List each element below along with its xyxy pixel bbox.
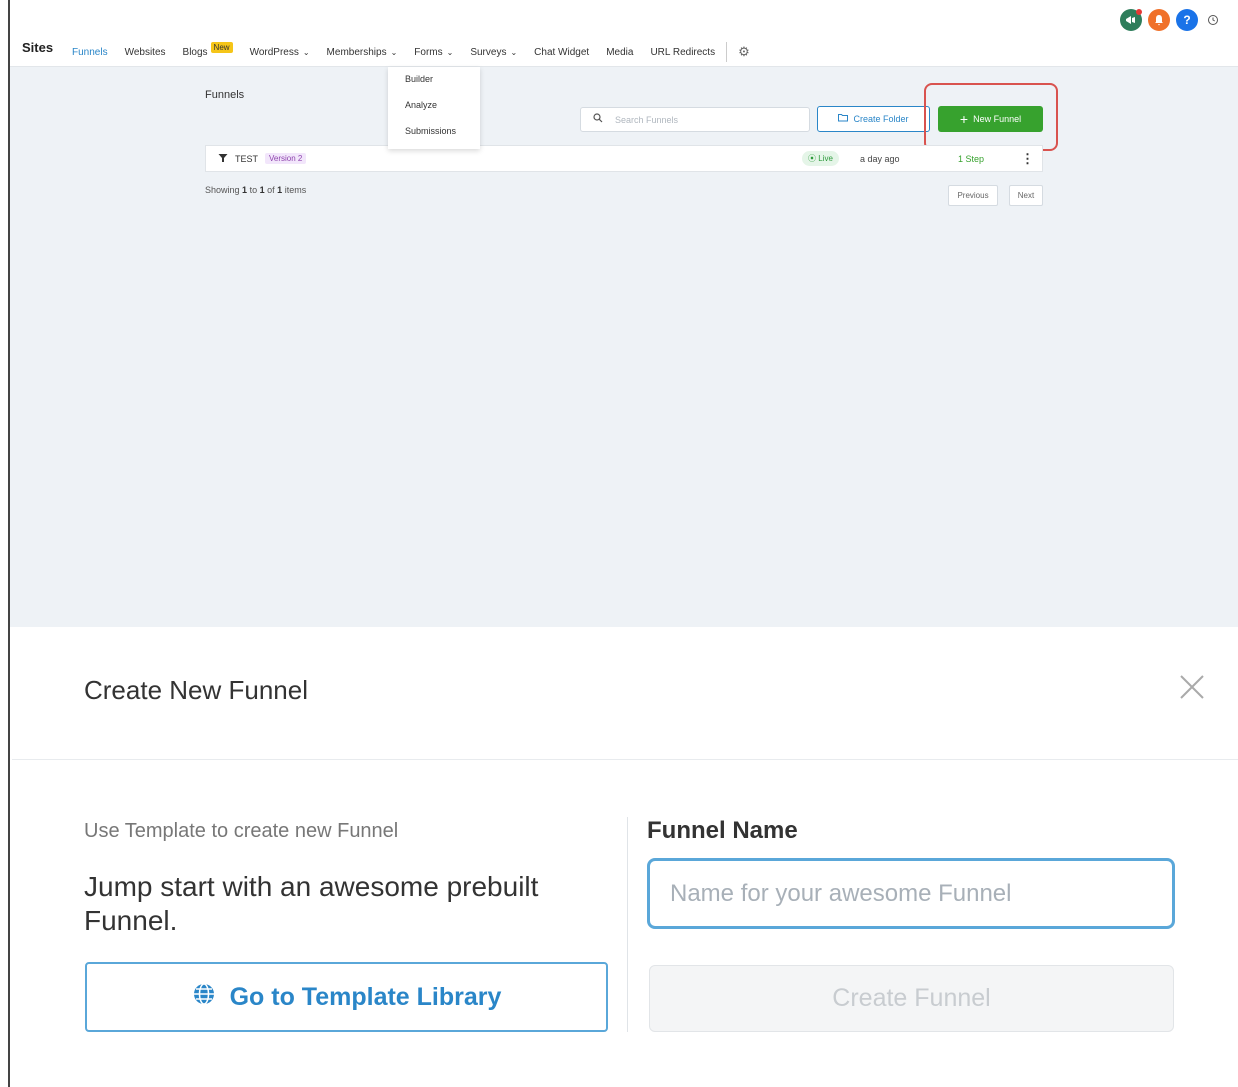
funnel-name[interactable]: TEST xyxy=(235,154,258,164)
menu-item-builder[interactable]: Builder xyxy=(405,74,433,84)
status-label: Live xyxy=(818,154,833,163)
create-funnel-button[interactable]: Create Funnel xyxy=(649,965,1174,1032)
modal-title: Create New Funnel xyxy=(84,675,308,705)
help-glyph: ? xyxy=(1183,13,1191,27)
status-badge: ⦿ Live xyxy=(802,151,839,166)
menu-item-submissions[interactable]: Submissions xyxy=(405,126,456,136)
from-index: 1 xyxy=(242,185,248,195)
chevron-down-icon: ⌄ xyxy=(446,47,454,57)
app-title: Sites xyxy=(22,40,54,55)
bell-icon[interactable] xyxy=(1148,9,1170,31)
page-title: Funnels xyxy=(205,89,245,101)
tab-label: Forms xyxy=(414,46,443,58)
more-options-icon[interactable]: ⋮ xyxy=(1021,151,1034,167)
globe-icon xyxy=(192,982,216,1013)
new-badge: New xyxy=(210,41,233,53)
folder-icon xyxy=(838,113,849,125)
search-icon xyxy=(593,113,603,126)
updated-time: a day ago xyxy=(860,154,900,164)
tab-chat-widget[interactable]: Chat Widget xyxy=(534,47,589,58)
tab-label: Blogs xyxy=(182,46,208,58)
sites-nav: Funnels Websites Blogs New WordPress ⌄ Mem… xyxy=(67,41,750,70)
tab-media[interactable]: Media xyxy=(606,47,633,58)
create-funnel-modal: Create New Funnel Use Template to create… xyxy=(12,627,1238,1087)
chevron-down-icon: ⌄ xyxy=(302,47,310,57)
funnels-page: Funnels Create Folder + New Funnel TEST … xyxy=(10,67,1238,627)
step-count[interactable]: 1 Step xyxy=(958,154,984,164)
tab-websites[interactable]: Websites xyxy=(125,47,166,58)
funnel-name-label: Funnel Name xyxy=(647,817,798,844)
items-word: items xyxy=(284,185,307,195)
search-input[interactable] xyxy=(613,113,787,126)
menu-item-analyze[interactable]: Analyze xyxy=(405,100,437,110)
pagination-summary: Showing 1 to 1 of 1 items xyxy=(205,185,306,195)
template-caption: Use Template to create new Funnel xyxy=(84,820,399,842)
gear-icon[interactable]: ⚙ xyxy=(738,44,750,60)
new-funnel-highlight xyxy=(924,83,1058,151)
tab-surveys[interactable]: Surveys ⌄ xyxy=(470,47,517,58)
create-folder-label: Create Folder xyxy=(853,114,909,124)
search-box[interactable] xyxy=(580,107,810,132)
tab-forms[interactable]: Forms ⌄ xyxy=(414,47,453,58)
nav-divider xyxy=(726,42,728,62)
tab-label: Memberships xyxy=(326,46,387,58)
top-navbar: Sites Funnels Websites Blogs New WordPres… xyxy=(10,0,1238,70)
showing-prefix: Showing xyxy=(205,185,240,195)
tab-blogs[interactable]: Blogs New xyxy=(182,41,233,58)
funnel-icon xyxy=(218,153,228,165)
tab-label: Websites xyxy=(124,46,166,58)
top-right-icons: ? xyxy=(1120,9,1222,31)
tab-wordpress[interactable]: WordPress ⌄ xyxy=(250,47,310,58)
tab-label: Media xyxy=(606,46,634,58)
chevron-down-icon: ⌄ xyxy=(510,47,518,57)
forms-dropdown-menu: Builder Analyze Submissions xyxy=(388,67,480,149)
tab-memberships[interactable]: Memberships ⌄ xyxy=(327,47,398,58)
chevron-down-icon: ⌄ xyxy=(390,47,398,57)
to-index: 1 xyxy=(259,185,265,195)
template-library-label: Go to Template Library xyxy=(229,982,502,1011)
create-folder-button[interactable]: Create Folder xyxy=(817,106,930,132)
to-word: to xyxy=(249,185,258,195)
next-button[interactable]: Next xyxy=(1009,185,1043,206)
version-badge: Version 2 xyxy=(265,153,307,164)
tab-label: Surveys xyxy=(470,46,507,58)
previous-button[interactable]: Previous xyxy=(948,185,998,206)
tab-label: Chat Widget xyxy=(534,46,590,58)
of-word: of xyxy=(267,185,275,195)
live-icon: ⦿ xyxy=(808,154,816,163)
tab-label: WordPress xyxy=(249,46,299,58)
jumpstart-text: Jump start with an awesome prebuilt Funn… xyxy=(84,871,539,936)
help-icon[interactable]: ? xyxy=(1176,9,1198,31)
template-library-button[interactable]: Go to Template Library xyxy=(85,962,608,1032)
total-count: 1 xyxy=(277,185,283,195)
tab-funnels[interactable]: Funnels xyxy=(67,46,113,70)
modal-header: Create New Funnel xyxy=(12,627,1238,760)
tab-label: URL Redirects xyxy=(650,46,716,58)
megaphone-icon[interactable] xyxy=(1120,9,1142,31)
table-row[interactable]: TEST Version 2 ⦿ Live a day ago 1 Step ⋮ xyxy=(205,145,1043,172)
tab-label: Funnels xyxy=(72,46,108,58)
history-icon[interactable] xyxy=(1204,9,1222,31)
tab-url-redirects[interactable]: URL Redirects xyxy=(650,47,715,58)
funnel-name-input[interactable] xyxy=(647,858,1175,929)
close-icon[interactable] xyxy=(1179,673,1205,705)
notification-dot xyxy=(1136,9,1142,15)
column-divider xyxy=(627,817,628,1032)
